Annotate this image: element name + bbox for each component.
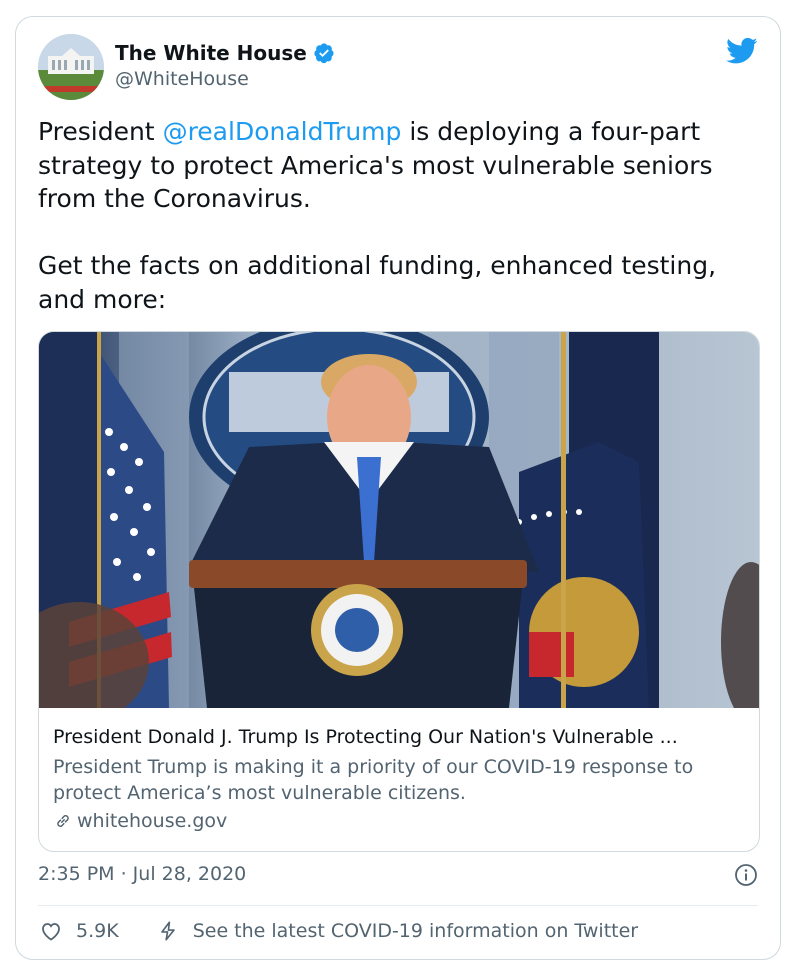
divider xyxy=(38,905,758,906)
white-house-avatar-icon xyxy=(38,34,104,100)
tweet-text: President @realDonaldTrump is deploying … xyxy=(38,115,768,316)
link-description: President Trump is making it a priority … xyxy=(53,756,694,804)
like-count: 5.9K xyxy=(76,920,119,942)
info-icon[interactable] xyxy=(734,863,758,887)
link-domain[interactable]: whitehouse.gov xyxy=(53,808,745,834)
covid-info-label: See the latest COVID-19 information on T… xyxy=(192,920,639,942)
heart-icon xyxy=(42,923,60,941)
tweet-timestamp[interactable]: 2:35 PM · Jul 28, 2020 xyxy=(38,863,246,885)
tweet-text-body: is deploying a four-part strategy to pro… xyxy=(38,117,717,314)
covid-info-link[interactable]: See the latest COVID-19 information on T… xyxy=(157,919,638,943)
link-preview-card[interactable]: President Donald J. Trump Is Protecting … xyxy=(38,331,760,852)
action-bar: 5.9K See the latest COVID-19 information… xyxy=(38,919,638,943)
link-icon xyxy=(57,815,69,827)
account-handle[interactable]: @WhiteHouse xyxy=(115,68,249,90)
mention-link[interactable]: @realDonaldTrump xyxy=(163,117,402,146)
tweet-text-intro: President xyxy=(38,117,163,146)
lightning-icon xyxy=(160,921,175,941)
display-name[interactable]: The White House xyxy=(115,41,307,65)
link-title[interactable]: President Donald J. Trump Is Protecting … xyxy=(53,724,745,750)
verified-badge-icon xyxy=(314,43,334,64)
link-domain-text: whitehouse.gov xyxy=(77,810,228,832)
twitter-bird-icon[interactable] xyxy=(726,37,758,65)
tweet-card: The White House @WhiteHouse President @r… xyxy=(15,16,781,960)
press-briefing-photo[interactable] xyxy=(39,332,760,708)
avatar[interactable] xyxy=(38,34,104,100)
like-button[interactable]: 5.9K xyxy=(38,919,119,943)
